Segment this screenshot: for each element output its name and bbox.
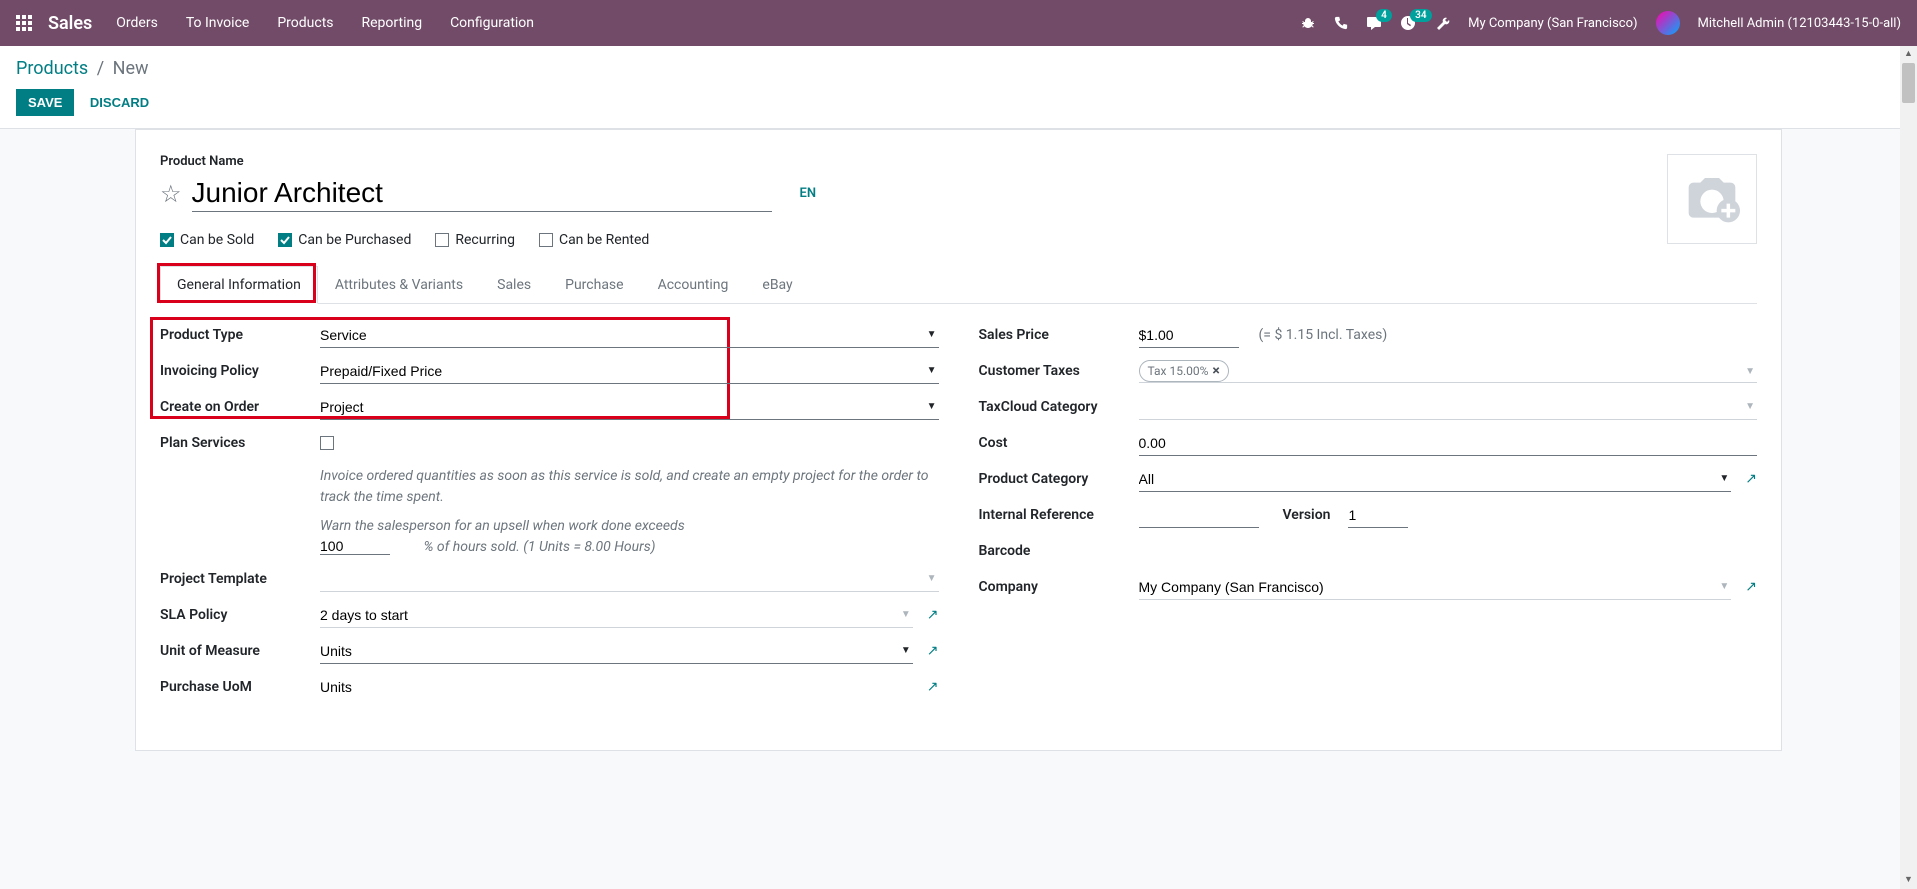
left-column: Product Type ▼ Invoicing Policy ▼ Create… — [160, 322, 939, 710]
breadcrumb-current: New — [113, 58, 149, 79]
action-bar: Products / New SAVE DISCARD — [0, 46, 1917, 129]
project-template-select[interactable] — [320, 567, 939, 592]
upsell-help-text: Warn the salesperson for an upsell when … — [320, 516, 939, 558]
scroll-up-icon[interactable]: ▲ — [1900, 46, 1917, 63]
company-label: Company — [979, 579, 1139, 595]
topbar: Sales Orders To Invoice Products Reporti… — [0, 0, 1917, 46]
cost-label: Cost — [979, 435, 1139, 451]
sla-policy-select[interactable] — [320, 603, 913, 628]
product-type-select[interactable] — [320, 323, 939, 348]
can-be-sold-checkbox[interactable] — [160, 233, 174, 247]
discard-button[interactable]: DISCARD — [78, 89, 161, 116]
purchase-uom-select[interactable] — [320, 675, 913, 699]
internal-reference-input[interactable] — [1139, 503, 1259, 528]
tab-attributes-variants[interactable]: Attributes & Variants — [318, 266, 480, 303]
recurring-label: Recurring — [455, 232, 515, 248]
activity-badge: 34 — [1410, 9, 1431, 22]
version-label: Version — [1283, 507, 1331, 523]
avatar[interactable] — [1656, 11, 1680, 35]
can-be-rented-checkbox[interactable] — [539, 233, 553, 247]
breadcrumb-root[interactable]: Products — [16, 58, 88, 79]
menu-reporting[interactable]: Reporting — [362, 15, 423, 31]
invoicing-policy-select[interactable] — [320, 359, 939, 384]
scroll-down-icon[interactable]: ▼ — [1900, 872, 1917, 889]
product-name-label: Product Name — [160, 154, 1667, 169]
nav-menu: Orders To Invoice Products Reporting Con… — [116, 15, 1300, 31]
company-selector[interactable]: My Company (San Francisco) — [1468, 16, 1637, 31]
messages-icon[interactable]: 4 — [1366, 15, 1382, 31]
sales-price-input[interactable] — [1139, 323, 1239, 348]
favorite-star-icon[interactable]: ☆ — [160, 180, 182, 208]
tab-sales[interactable]: Sales — [480, 266, 548, 303]
tabs: General Information Attributes & Variant… — [160, 266, 1757, 304]
tab-general-information[interactable]: General Information — [160, 266, 318, 304]
barcode-label: Barcode — [979, 543, 1139, 559]
version-input[interactable] — [1348, 503, 1408, 528]
user-name[interactable]: Mitchell Admin (12103443-15-0-all) — [1698, 16, 1901, 31]
plan-services-label: Plan Services — [160, 435, 320, 451]
product-category-label: Product Category — [979, 471, 1139, 487]
external-link-icon[interactable]: ↗ — [1745, 579, 1757, 595]
can-be-purchased-label: Can be Purchased — [298, 232, 411, 248]
product-category-select[interactable] — [1139, 467, 1732, 492]
unit-of-measure-label: Unit of Measure — [160, 643, 320, 659]
taxcloud-category-select[interactable] — [1139, 395, 1758, 420]
sales-price-label: Sales Price — [979, 327, 1139, 343]
product-image-upload[interactable] — [1667, 154, 1757, 244]
tax-chip: Tax 15.00%× — [1139, 360, 1229, 382]
tools-icon[interactable] — [1434, 15, 1450, 31]
save-button[interactable]: SAVE — [16, 89, 74, 116]
external-link-icon[interactable]: ↗ — [927, 679, 939, 695]
menu-orders[interactable]: Orders — [116, 15, 158, 31]
breadcrumb: Products / New — [16, 58, 1901, 79]
internal-reference-label: Internal Reference — [979, 507, 1139, 523]
breadcrumb-sep: / — [97, 58, 104, 79]
form-sheet: Product Name ☆ EN Can be Sold Can be Pur… — [135, 129, 1782, 751]
can-be-purchased-checkbox[interactable] — [278, 233, 292, 247]
messages-badge: 4 — [1376, 9, 1392, 22]
tab-ebay[interactable]: eBay — [745, 266, 809, 303]
chevron-down-icon: ▼ — [1745, 366, 1755, 377]
can-be-sold-label: Can be Sold — [180, 232, 254, 248]
right-column: Sales Price (= $ 1.15 Incl. Taxes) Custo… — [979, 322, 1758, 710]
menu-products[interactable]: Products — [277, 15, 333, 31]
topbar-right: 4 34 My Company (San Francisco) Mitchell… — [1300, 11, 1901, 35]
sla-policy-label: SLA Policy — [160, 607, 320, 623]
create-on-order-label: Create on Order — [160, 399, 320, 415]
external-link-icon[interactable]: ↗ — [1745, 471, 1757, 487]
apps-icon[interactable] — [16, 15, 32, 31]
cost-input[interactable] — [1139, 431, 1758, 456]
phone-icon[interactable] — [1334, 16, 1348, 30]
external-link-icon[interactable]: ↗ — [927, 607, 939, 623]
plan-services-checkbox[interactable] — [320, 436, 334, 450]
purchase-uom-label: Purchase UoM — [160, 679, 320, 695]
remove-tax-icon[interactable]: × — [1212, 363, 1219, 379]
project-template-label: Project Template — [160, 571, 320, 587]
taxcloud-category-label: TaxCloud Category — [979, 399, 1139, 415]
price-incl-tax-note: (= $ 1.15 Incl. Taxes) — [1259, 327, 1388, 343]
menu-configuration[interactable]: Configuration — [450, 15, 534, 31]
can-be-rented-label: Can be Rented — [559, 232, 649, 248]
activity-icon[interactable]: 34 — [1400, 15, 1416, 31]
product-type-label: Product Type — [160, 327, 320, 343]
bug-icon[interactable] — [1300, 15, 1316, 31]
upsell-percent-input[interactable] — [320, 538, 390, 555]
unit-of-measure-select[interactable] — [320, 639, 913, 664]
tab-purchase[interactable]: Purchase — [548, 266, 640, 303]
tab-accounting[interactable]: Accounting — [641, 266, 746, 303]
language-badge[interactable]: EN — [800, 186, 817, 201]
scrollbar-thumb[interactable] — [1902, 63, 1915, 103]
menu-to-invoice[interactable]: To Invoice — [186, 15, 250, 31]
customer-taxes-label: Customer Taxes — [979, 363, 1139, 379]
scrollbar[interactable]: ▲ ▼ — [1900, 46, 1917, 889]
brand-title[interactable]: Sales — [48, 13, 92, 34]
invoicing-policy-label: Invoicing Policy — [160, 363, 320, 379]
invoicing-help-text: Invoice ordered quantities as soon as th… — [320, 466, 939, 508]
company-select[interactable] — [1139, 575, 1732, 600]
product-name-input[interactable] — [192, 175, 772, 212]
external-link-icon[interactable]: ↗ — [927, 643, 939, 659]
create-on-order-select[interactable] — [320, 395, 939, 420]
recurring-checkbox[interactable] — [435, 233, 449, 247]
